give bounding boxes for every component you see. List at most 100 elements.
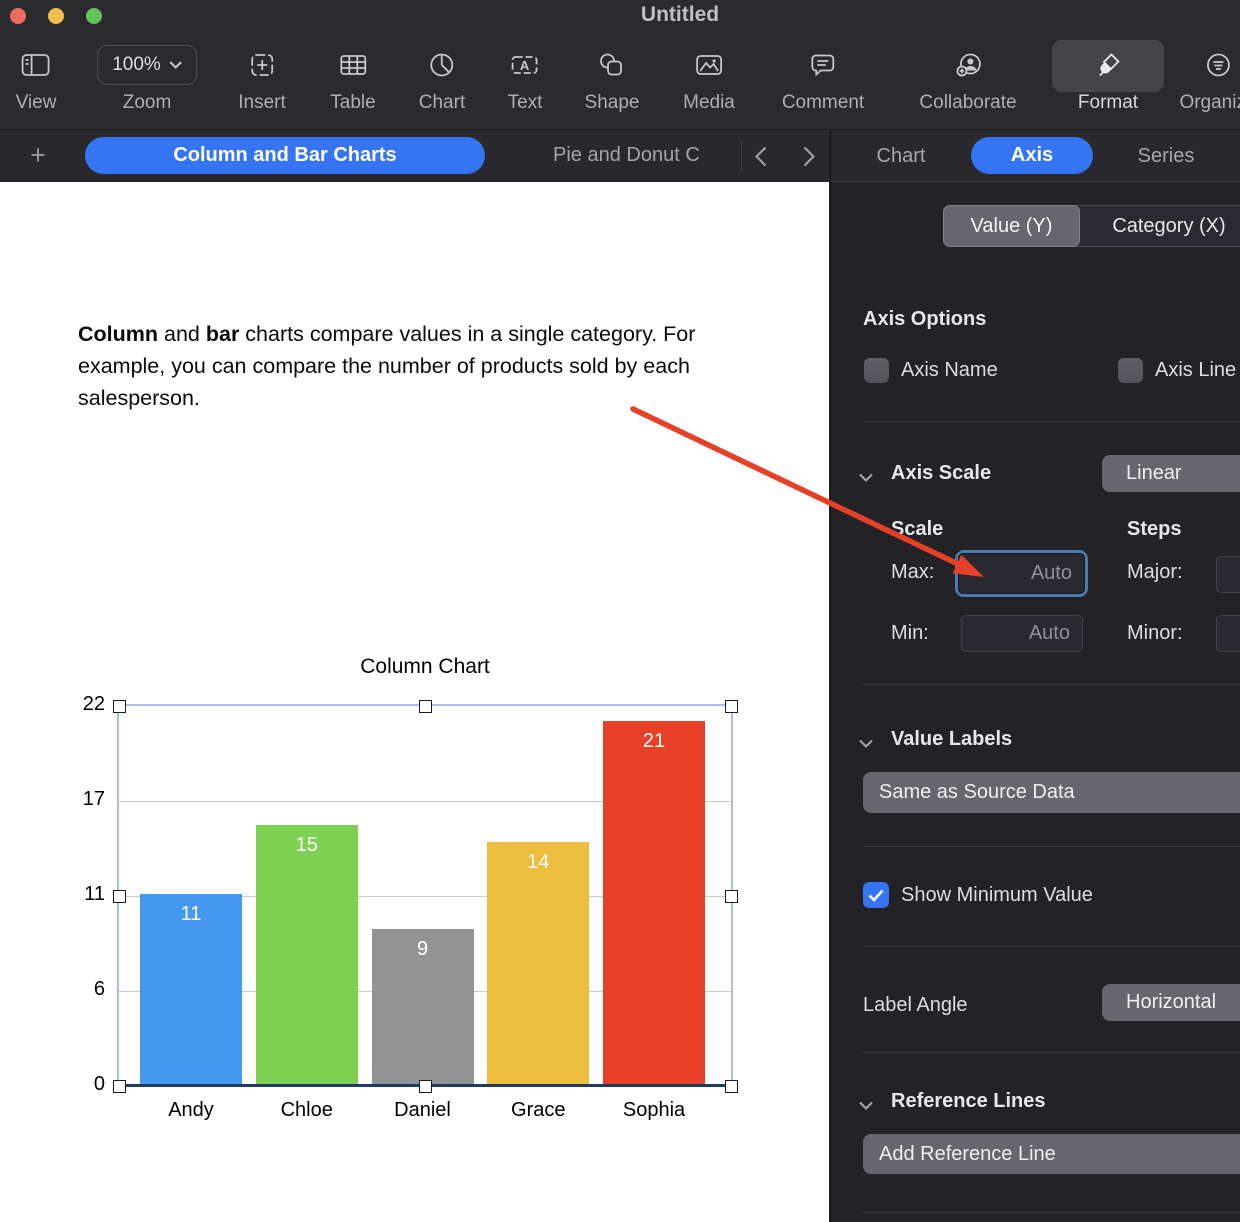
major-label: Major: <box>1127 561 1183 583</box>
tab-pie-and-donut-charts[interactable]: Pie and Donut C <box>553 137 737 174</box>
paragraph-segment: and <box>158 322 206 346</box>
axis-line-checkbox[interactable] <box>1118 358 1143 383</box>
x-axis-category-label: Chloe <box>280 1099 333 1121</box>
toolbar-item-organize[interactable]: Organize <box>1179 40 1240 122</box>
chart-bar-sophia[interactable]: 21 <box>603 721 705 1084</box>
steps-label: Steps <box>1127 518 1182 540</box>
selection-handle[interactable] <box>724 1079 738 1093</box>
window-title: Untitled <box>640 3 720 26</box>
text-box-icon: A <box>508 40 543 90</box>
chart-plot[interactable]: 0 6 11 17 22 11 Andy 15 Chloe 9 Daniel 14 Grace 21 Sop… <box>83 693 738 1121</box>
selection-handle[interactable] <box>112 699 126 713</box>
segment-value-y[interactable]: Value (Y) <box>943 205 1080 247</box>
inspector-tab-series[interactable]: Series <box>1138 138 1195 175</box>
value-labels-dropdown[interactable]: Same as Source Data <box>863 772 1240 813</box>
chart-bar-chloe[interactable]: 15 <box>255 824 358 1084</box>
tabs-scroll-left-button[interactable] <box>748 143 774 169</box>
reference-lines-title: Reference Lines <box>891 1090 1046 1112</box>
selection-handle[interactable] <box>112 889 126 903</box>
chart-title: Column Chart <box>360 655 490 678</box>
scale-label: Scale <box>891 518 944 540</box>
y-axis-tick-label: 22 <box>82 693 105 715</box>
chevron-left-icon <box>755 146 767 166</box>
chevron-down-icon <box>859 739 873 748</box>
axis-scale-type-dropdown[interactable]: Linear <box>1102 455 1240 492</box>
axis-name-checkbox[interactable] <box>864 358 889 383</box>
minor-input[interactable] <box>1216 615 1240 652</box>
selection-handle[interactable] <box>724 889 738 903</box>
toolbar-item-zoom[interactable]: 100% Zoom <box>97 40 197 122</box>
tab-column-and-bar-charts[interactable]: Column and Bar Charts <box>85 137 485 174</box>
sheet-tabbar: + Column and Bar Charts Pie and Donut C <box>0 130 829 182</box>
organize-icon <box>1179 40 1240 90</box>
max-label: Max: <box>891 561 935 583</box>
section-divider <box>863 1052 1240 1053</box>
chevron-right-icon <box>803 146 815 166</box>
segment-category-x[interactable]: Category (X) <box>1080 206 1240 246</box>
max-input[interactable]: Auto <box>958 553 1085 594</box>
toolbar-item-text[interactable]: A Text <box>508 40 543 122</box>
selection-handle[interactable] <box>112 1079 126 1093</box>
toolbar-item-media[interactable]: Media <box>683 40 735 122</box>
axis-type-segmented-control: Value (Y) Category (X) <box>943 205 1240 247</box>
chart-bar-andy[interactable]: 11 <box>140 894 242 1084</box>
label-angle-label: Label Angle <box>863 994 968 1016</box>
toolbar-item-shape[interactable]: Shape <box>585 40 640 122</box>
shape-icon <box>585 40 640 90</box>
x-axis-category-label: Sophia <box>622 1099 686 1121</box>
chart-bar-grace[interactable]: 14 <box>487 842 590 1084</box>
svg-text:A: A <box>520 58 530 73</box>
inspector-tab-chart[interactable]: Chart <box>877 138 926 175</box>
major-input[interactable] <box>1216 556 1240 593</box>
chevron-down-icon <box>859 1101 873 1110</box>
add-reference-line-button[interactable]: Add Reference Line <box>863 1134 1240 1174</box>
tabs-scroll-right-button[interactable] <box>796 143 822 169</box>
axis-scale-disclosure[interactable] <box>859 473 873 482</box>
x-axis-category-label: Daniel <box>394 1099 451 1121</box>
min-label: Min: <box>891 622 929 644</box>
section-divider <box>863 421 1240 422</box>
inspector-panel: Value (Y) Category (X) Axis Options Axis… <box>830 182 1240 1222</box>
toolbar-item-collaborate[interactable]: Collaborate <box>919 40 1017 122</box>
section-divider <box>863 1212 1240 1213</box>
minor-label: Minor: <box>1127 622 1183 644</box>
axis-line-label: Axis Line <box>1155 359 1237 381</box>
checkmark-icon <box>868 889 884 902</box>
chart-pie-icon <box>419 40 465 90</box>
show-minimum-value-checkbox[interactable] <box>863 882 889 908</box>
y-axis-tick-label: 17 <box>82 788 105 810</box>
selection-handle[interactable] <box>418 699 432 713</box>
add-sheet-button[interactable]: + <box>24 138 52 174</box>
bar-value-label: 11 <box>180 903 202 925</box>
titlebar: Untitled View 100% Zoom Insert Table Cha… <box>0 0 1240 130</box>
document-canvas[interactable]: Column and bar charts compare values in … <box>0 182 829 1222</box>
collaborate-icon <box>919 40 1016 90</box>
toolbar-item-chart[interactable]: Chart <box>419 40 465 122</box>
section-divider <box>863 846 1240 847</box>
value-labels-disclosure[interactable] <box>859 739 873 748</box>
bar-value-label: 21 <box>642 730 666 753</box>
min-input[interactable]: Auto <box>961 615 1083 652</box>
reference-lines-disclosure[interactable] <box>859 1101 873 1110</box>
selection-handle[interactable] <box>418 1079 432 1093</box>
inspector-header: Chart Axis Series <box>830 130 1240 182</box>
selection-handle[interactable] <box>724 699 738 713</box>
inspector-tab-axis[interactable]: Axis <box>971 137 1093 174</box>
toolbar-item-table[interactable]: Table <box>330 40 376 122</box>
section-divider <box>863 684 1240 685</box>
zoom-dropdown[interactable]: 100% <box>97 45 197 85</box>
toolbar-item-format[interactable]: Format <box>1078 40 1138 122</box>
axis-scale-title: Axis Scale <box>891 462 992 484</box>
paragraph-text[interactable]: Column and bar charts compare values in … <box>78 318 768 414</box>
bar-value-label: 9 <box>416 937 429 960</box>
label-angle-dropdown[interactable]: Horizontal <box>1102 984 1240 1021</box>
axis-options-title: Axis Options <box>863 308 987 330</box>
chart-bar-daniel[interactable]: 9 <box>371 928 474 1084</box>
toolbar-item-comment[interactable]: Comment <box>782 40 864 122</box>
y-axis-tick-label: 0 <box>93 1073 105 1095</box>
toolbar-item-insert[interactable]: Insert <box>238 40 286 122</box>
show-minimum-value-label: Show Minimum Value <box>901 884 1093 906</box>
paragraph-segment: Column <box>78 322 159 346</box>
toolbar-item-view[interactable]: View <box>16 40 56 122</box>
x-axis-category-label: Andy <box>168 1099 214 1121</box>
